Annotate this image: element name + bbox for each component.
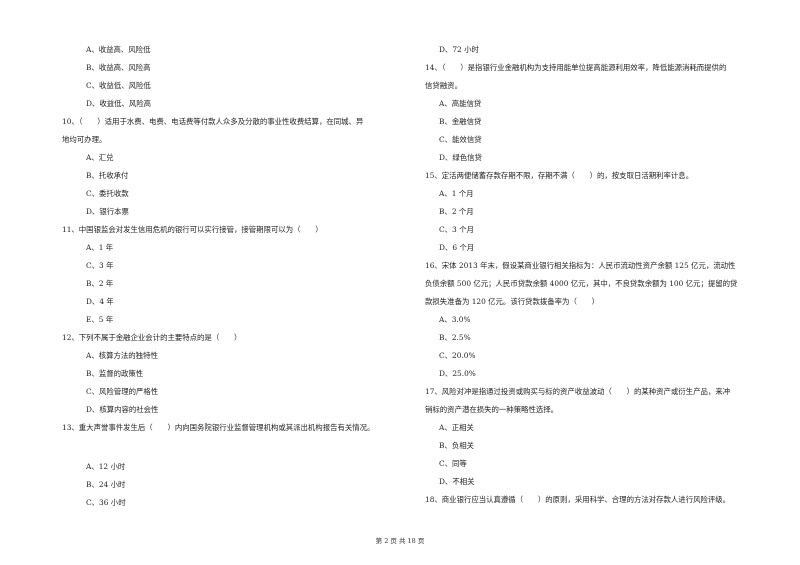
q12-option-d: D、核算内容的社会性 — [86, 405, 159, 414]
q10-stem-line2: 地均可办理。 — [62, 135, 107, 144]
q17-option-a: A、正相关 — [439, 423, 474, 432]
q10-option-c: C、委托收款 — [86, 189, 129, 198]
q16-stem-line1: 16、宋体 2013 年末，假设某商业银行相关指标为：人民币流动性资产余额 12… — [425, 261, 736, 270]
q9-option-a: A、收益高、风险低 — [86, 45, 151, 54]
q12-stem: 12、下列不属于金融企业会计的主要特点的是（ ） — [62, 333, 242, 342]
q13-option-b: B、24 小时 — [86, 480, 126, 489]
q14-stem-line1: 14、（ ）是指银行业金融机构为支持用能单位提高能源利用效率，降低能源消耗而提供… — [425, 63, 727, 72]
q17-option-c: C、同等 — [439, 459, 467, 468]
q14-option-b: B、金融信贷 — [439, 117, 482, 126]
q17-option-d: D、不相关 — [439, 477, 475, 486]
q12-option-b: B、监督的政策性 — [86, 369, 144, 378]
q17-option-b: B、负相关 — [439, 441, 474, 450]
q16-option-b: B、2.5% — [439, 333, 471, 342]
q18-stem: 18、商业银行应当认真遵循（ ）的原则，采用科学、合理的方法对存款人进行风险评级… — [425, 495, 731, 504]
q15-option-b: B、2 个月 — [439, 207, 474, 216]
q14-option-c: C、能效信贷 — [439, 135, 482, 144]
q14-option-d: D、绿色信贷 — [439, 153, 482, 162]
q10-option-a: A、汇兑 — [86, 153, 114, 162]
q11-option-e: E、5 年 — [86, 315, 114, 324]
q17-stem-line2: 销标的资产潜在损失的一种策略性选择。 — [425, 405, 559, 414]
q11-option-d: D、4 年 — [86, 297, 114, 306]
q15-stem: 15、定活两便储蓄存款存期不限，存期不满（ ）的，按支取日活期利率计息。 — [425, 171, 694, 180]
q15-option-a: A、1 个月 — [439, 189, 474, 198]
q12-option-a: A、核算方法的独特性 — [86, 351, 158, 360]
q12-option-c: C、风险管理的严格性 — [86, 387, 159, 396]
q15-option-c: C、3 个月 — [439, 225, 474, 234]
q11-stem: 11、中国银监会对发生信用危机的银行可以实行接管，接管期限可以为（ ） — [62, 225, 323, 234]
q14-option-a: A、高能信贷 — [439, 99, 482, 108]
q13-option-d: D、72 小时 — [439, 45, 479, 54]
q9-option-b: B、收益高、风险高 — [86, 63, 151, 72]
q11-option-b: B、2 年 — [86, 279, 114, 288]
page-footer: 第 2 页 共 18 页 — [375, 537, 425, 545]
q11-option-a: A、1 年 — [86, 243, 114, 252]
q13-option-c: C、36 小时 — [86, 498, 126, 507]
q16-stem-line2: 负债余额 500 亿元；人民币贷款余额 4000 亿元，其中，不良贷款余额为 1… — [425, 279, 738, 288]
q15-option-d: D、6 个月 — [439, 243, 475, 252]
q13-option-a: A、12 小时 — [86, 462, 126, 471]
q11-option-c: C、3 年 — [86, 261, 114, 270]
q16-option-d: D、25.0% — [439, 369, 476, 378]
q17-stem-line1: 17、风险对冲是指通过投资或购买与标的资产收益波动（ ）的某种资产或衍生产品，来… — [425, 387, 731, 396]
q14-stem-line2: 信贷融资。 — [425, 81, 462, 90]
q10-option-b: B、托收承付 — [86, 171, 129, 180]
q9-option-c: C、收益低、风险低 — [86, 81, 151, 90]
q16-stem-line3: 款损失准备为 120 亿元。该行贷款拨备率为（ ） — [425, 297, 600, 306]
q10-stem-line1: 10、（ ）适用于水费、电费、电话费等付款人众多及分散的事业性收费结算，在同城、… — [62, 117, 364, 126]
q16-option-c: C、20.0% — [439, 351, 476, 360]
q9-option-d: D、收益低、风险高 — [86, 99, 152, 108]
q16-option-a: A、3.0% — [439, 315, 471, 324]
q13-stem: 13、重大声誉事件发生后（ ）内向国务院银行业监督管理机构或其派出机构报告有关情… — [62, 423, 375, 432]
q10-option-d: D、银行本票 — [86, 207, 129, 216]
